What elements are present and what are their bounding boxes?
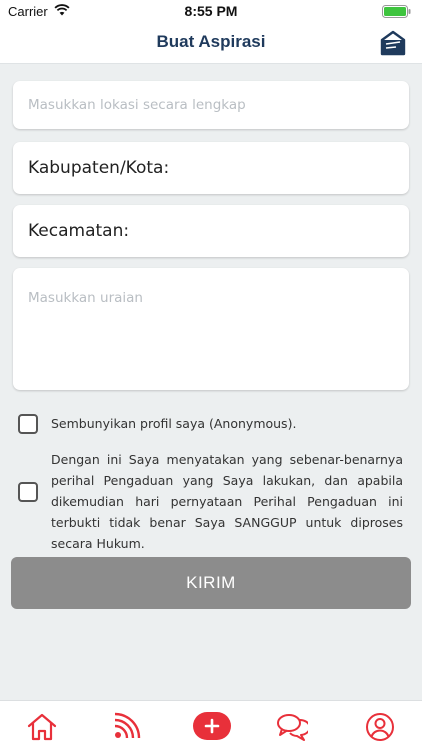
agreement-checkbox[interactable]	[18, 482, 38, 502]
uraian-textarea[interactable]: Masukkan uraian	[13, 268, 409, 390]
submit-button[interactable]: KIRIM	[11, 557, 411, 609]
kabupaten-select[interactable]: Kabupaten/Kota:	[13, 142, 409, 194]
kabupaten-label: Kabupaten/Kota:	[28, 158, 170, 178]
nav-bar: Buat Aspirasi	[0, 22, 422, 64]
lokasi-input[interactable]: Masukkan lokasi secara lengkap	[13, 81, 409, 129]
home-icon[interactable]	[26, 711, 58, 743]
battery-icon	[382, 5, 411, 18]
lokasi-placeholder: Masukkan lokasi secara lengkap	[28, 97, 246, 113]
status-bar: Carrier 8:55 PM	[0, 0, 422, 22]
chat-icon[interactable]	[276, 711, 308, 743]
kecamatan-label: Kecamatan:	[28, 221, 130, 241]
anonymous-label: Sembunyikan profil saya (Anonymous).	[51, 416, 297, 431]
uraian-placeholder: Masukkan uraian	[28, 290, 143, 306]
page-title: Buat Aspirasi	[156, 32, 266, 51]
agreement-text: Dengan ini Saya menyatakan yang sebenar-…	[51, 452, 403, 551]
status-time: 8:55 PM	[184, 3, 238, 19]
tab-bar	[0, 700, 422, 750]
anonymous-checkbox[interactable]	[18, 414, 38, 434]
kecamatan-select[interactable]: Kecamatan:	[13, 205, 409, 257]
message-box-icon[interactable]	[378, 28, 408, 58]
add-icon[interactable]	[193, 712, 231, 740]
profile-icon[interactable]	[364, 711, 396, 743]
feed-icon[interactable]	[110, 711, 142, 743]
